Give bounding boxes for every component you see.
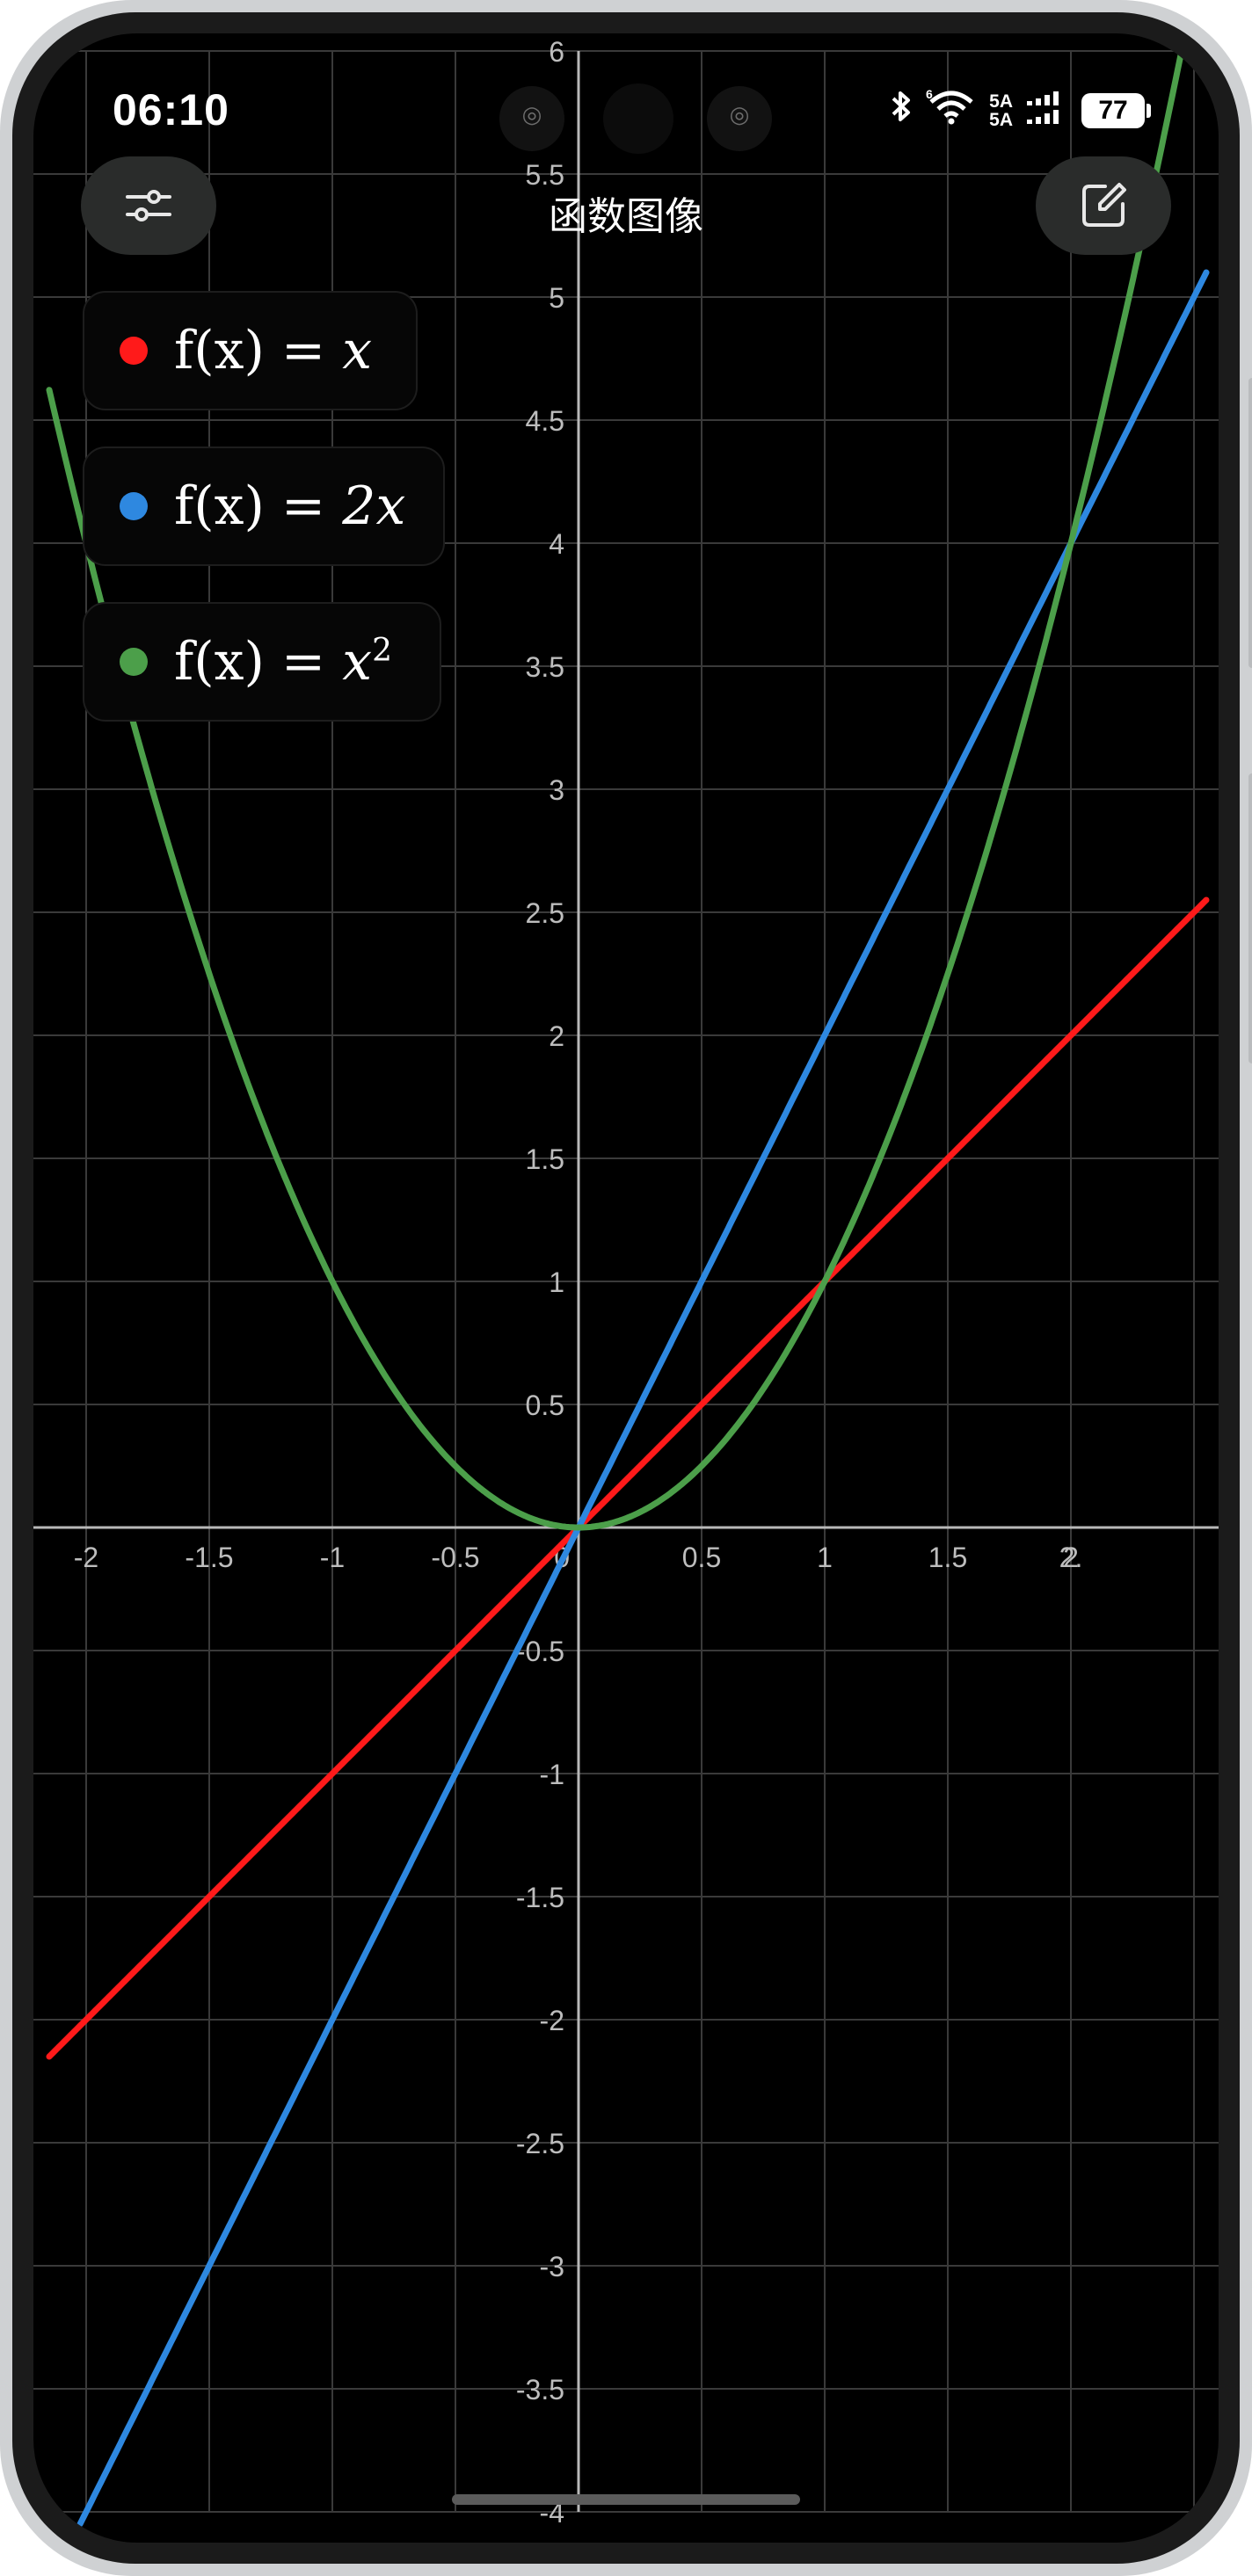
camera-cluster: ◎ ◎ (499, 83, 772, 156)
y-tick-label: 5 (549, 282, 564, 314)
x-tick-label: 1 (817, 1542, 833, 1573)
network-indicator: 5A 5A (989, 92, 1013, 129)
x-tick-label: -1 (320, 1542, 345, 1573)
legend-label: f(x) = x2 (174, 631, 393, 693)
series-line (46, 33, 1189, 1531)
front-camera-icon (603, 83, 673, 154)
legend-item-square[interactable]: f(x) = x2 (83, 602, 441, 722)
x-tick-label: -1.5 (185, 1542, 233, 1573)
y-tick-label: 4.5 (526, 405, 564, 437)
y-tick-label: 1.5 (526, 1143, 564, 1175)
y-tick-label: -1.5 (516, 1882, 564, 1913)
y-tick-label: 4 (549, 528, 564, 560)
y-tick-label: -3.5 (516, 2374, 564, 2405)
y-tick-label: 3.5 (526, 651, 564, 683)
y-tick-label: 0.5 (526, 1390, 564, 1421)
camera-lens-icon: ◎ (499, 86, 564, 151)
y-tick-label: -1 (540, 1759, 564, 1790)
y-tick-label: -2 (540, 2005, 564, 2036)
wifi-icon: 6 (926, 87, 977, 133)
status-bar: 06:10 ◎ ◎ 6 5A 5A 77 (33, 33, 1219, 154)
home-indicator[interactable] (452, 2494, 800, 2505)
svg-text:6: 6 (926, 88, 933, 101)
power-button (1248, 773, 1252, 1063)
series-line (46, 896, 1210, 2060)
y-tick-label: 2 (549, 1020, 564, 1052)
x-tick-label: -2 (74, 1542, 98, 1573)
legend-label: f(x) = 2x (174, 475, 406, 537)
y-tick-label: 3 (549, 774, 564, 806)
status-time: 06:10 (113, 85, 229, 134)
network-label-top: 5A (989, 91, 1013, 112)
phone-frame: -2 -1.5 -1 -0.5 0 0.5 1 1.5 2 2. 6 5.5 5 4.5 4 3.5 3 2.5 2… (0, 0, 1252, 2576)
y-tick-label: 2.5 (526, 897, 564, 929)
status-icons: 6 5A 5A 77 (889, 87, 1151, 133)
network-label-bottom: 5A (989, 109, 1013, 130)
bluetooth-icon (889, 88, 914, 133)
x-tick-label: 0.5 (682, 1542, 721, 1573)
red-dot-icon (120, 337, 148, 365)
x-tick-label: -0.5 (431, 1542, 479, 1573)
y-tick-label: -3 (540, 2251, 564, 2282)
battery-icon: 77 (1081, 92, 1151, 128)
y-tick-label: -2.5 (516, 2128, 564, 2159)
legend-item-linear[interactable]: f(x) = x (83, 291, 418, 410)
camera-lens-icon: ◎ (707, 86, 772, 151)
function-legend: f(x) = x f(x) = 2x f(x) = x2 (83, 291, 445, 758)
signal-icon (1025, 88, 1069, 133)
x-tick-label: 2. (1059, 1542, 1083, 1573)
screen: -2 -1.5 -1 -0.5 0 0.5 1 1.5 2 2. 6 5.5 5 4.5 4 3.5 3 2.5 2… (33, 33, 1219, 2543)
edit-button[interactable] (1036, 156, 1171, 255)
legend-label: f(x) = x (174, 320, 373, 381)
x-tick-label: 1.5 (928, 1542, 967, 1573)
legend-item-double[interactable]: f(x) = 2x (83, 446, 445, 566)
blue-dot-icon (120, 492, 148, 520)
volume-button (1248, 378, 1252, 668)
y-tick-label: 1 (549, 1266, 564, 1298)
edit-icon (1082, 183, 1126, 227)
green-dot-icon (120, 648, 148, 676)
